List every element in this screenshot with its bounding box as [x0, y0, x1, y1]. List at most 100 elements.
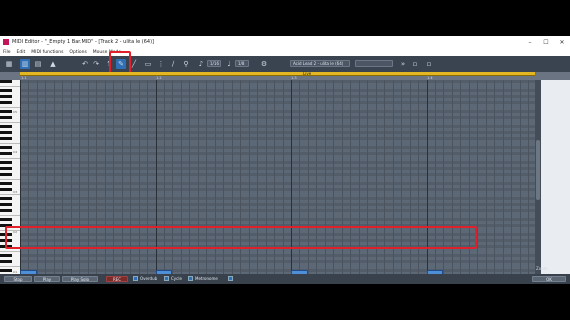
- black-key[interactable]: [0, 161, 12, 164]
- black-key[interactable]: [0, 152, 12, 155]
- app-icon: [3, 39, 9, 45]
- beat-line: [265, 80, 267, 284]
- fast-forward-icon[interactable]: »: [398, 59, 408, 69]
- beat-line: [197, 80, 199, 284]
- black-key[interactable]: [0, 89, 12, 92]
- black-key[interactable]: [0, 209, 12, 212]
- black-key[interactable]: [0, 254, 12, 257]
- black-key[interactable]: [0, 197, 12, 200]
- beat-line: [460, 80, 462, 284]
- ok-button[interactable]: OK: [532, 276, 566, 282]
- piano-roll-icon[interactable]: ▥: [20, 59, 30, 69]
- magnifier-icon[interactable]: ⚲: [181, 59, 191, 69]
- beat-line: [341, 80, 343, 284]
- black-key[interactable]: [0, 218, 12, 221]
- redo-icon[interactable]: ↷: [91, 59, 101, 69]
- beat-line: [282, 80, 284, 284]
- stop-button[interactable]: Stop: [4, 276, 32, 282]
- maximize-icon[interactable]: ☐: [538, 39, 554, 46]
- black-key[interactable]: [0, 125, 12, 128]
- black-key[interactable]: [0, 182, 12, 185]
- channel-select[interactable]: [355, 60, 393, 67]
- minimize-icon[interactable]: –: [522, 39, 538, 46]
- black-key[interactable]: [0, 173, 12, 176]
- menu-edit[interactable]: Edit: [17, 50, 26, 55]
- midi-editor-window: MIDI Editor - "_Empty 1 Bar.MID" - [Trac…: [0, 36, 570, 284]
- bar-line: [20, 80, 21, 284]
- beat-line: [121, 80, 123, 284]
- beat-line: [189, 80, 191, 284]
- beat-line: [70, 80, 72, 284]
- overdub-checkbox[interactable]: [133, 276, 138, 281]
- beat-line: [172, 80, 174, 284]
- drum-icon[interactable]: ▤: [33, 59, 43, 69]
- black-key[interactable]: [0, 137, 12, 140]
- highlight-notes: [5, 226, 477, 249]
- zoom-label[interactable]: Zoom: [536, 266, 548, 271]
- mute-icon[interactable]: ∕: [168, 59, 178, 69]
- black-key[interactable]: [0, 95, 12, 98]
- black-key[interactable]: [0, 101, 12, 104]
- key-divider: [0, 266, 20, 267]
- eraser-icon[interactable]: ▭: [143, 59, 153, 69]
- beat-line: [87, 80, 89, 284]
- play-button[interactable]: Play: [34, 276, 60, 282]
- black-key[interactable]: [0, 269, 12, 272]
- black-key[interactable]: [0, 131, 12, 134]
- ruler-track[interactable]: Live: [20, 71, 535, 76]
- beat-line: [180, 80, 182, 284]
- black-key[interactable]: [0, 203, 12, 206]
- length-select[interactable]: 1/8: [235, 60, 249, 67]
- black-key[interactable]: [0, 110, 12, 113]
- black-key[interactable]: [0, 146, 12, 149]
- menu-midi-functions[interactable]: MIDI functions: [31, 50, 63, 55]
- undo-icon[interactable]: ↶: [80, 59, 90, 69]
- grid-row-dark: [20, 260, 535, 263]
- split-icon[interactable]: ⋮: [156, 59, 166, 69]
- ruler-track-label: Live: [303, 71, 312, 76]
- box-right-icon[interactable]: ▫: [424, 59, 434, 69]
- cycle-checkbox[interactable]: [164, 276, 169, 281]
- cycle-label: Cycle: [171, 276, 182, 281]
- black-key[interactable]: [0, 116, 12, 119]
- note-grid[interactable]: [20, 80, 535, 284]
- velocity-icon[interactable]: ▲: [48, 59, 58, 69]
- beat-line: [147, 80, 149, 284]
- play-solo-button[interactable]: Play Solo: [62, 276, 98, 282]
- box-left-icon[interactable]: ▫: [410, 59, 420, 69]
- length-icon: ♩: [227, 60, 231, 68]
- rec-button[interactable]: REC: [106, 276, 128, 282]
- piano-keyboard[interactable]: C5 C4 C3 C2 C1: [0, 80, 20, 284]
- quantize-icon: ♪: [198, 60, 204, 68]
- black-key[interactable]: [0, 167, 12, 170]
- beat-line: [231, 80, 233, 284]
- black-key[interactable]: [0, 260, 12, 263]
- octave-label: C4: [13, 150, 18, 154]
- grid-icon[interactable]: ▦: [4, 59, 14, 69]
- beat-line: [434, 80, 436, 284]
- settings-icon[interactable]: ⚙: [259, 59, 269, 69]
- quantize-select[interactable]: 1/16: [207, 60, 221, 67]
- beat-line: [274, 80, 276, 284]
- beat-line: [138, 80, 140, 284]
- overdub-label: Overdub: [140, 276, 158, 281]
- grid-row-dark: [20, 101, 535, 104]
- menu-bar: File Edit MIDI functions Options Mouse M…: [0, 48, 570, 56]
- black-key[interactable]: [0, 80, 12, 83]
- metronome-checkbox[interactable]: [188, 276, 193, 281]
- grid-row-dark: [20, 116, 535, 119]
- menu-options[interactable]: Options: [69, 50, 86, 55]
- extra-checkbox[interactable]: [228, 276, 233, 281]
- grid-row-dark: [20, 254, 535, 257]
- black-key[interactable]: [0, 188, 12, 191]
- beat-line: [79, 80, 81, 284]
- vertical-scroll-thumb[interactable]: [536, 140, 540, 200]
- beat-line: [477, 80, 479, 284]
- ruler: Live 1.1 1.2 1.3 1.4: [0, 71, 570, 80]
- close-icon[interactable]: ✕: [554, 39, 570, 46]
- instrument-select[interactable]: Acid Lead 2 - ulita le (64): [290, 60, 350, 67]
- menu-file[interactable]: File: [3, 50, 11, 55]
- beat-line: [28, 80, 30, 284]
- beat-line: [528, 80, 530, 284]
- beat-line: [223, 80, 225, 284]
